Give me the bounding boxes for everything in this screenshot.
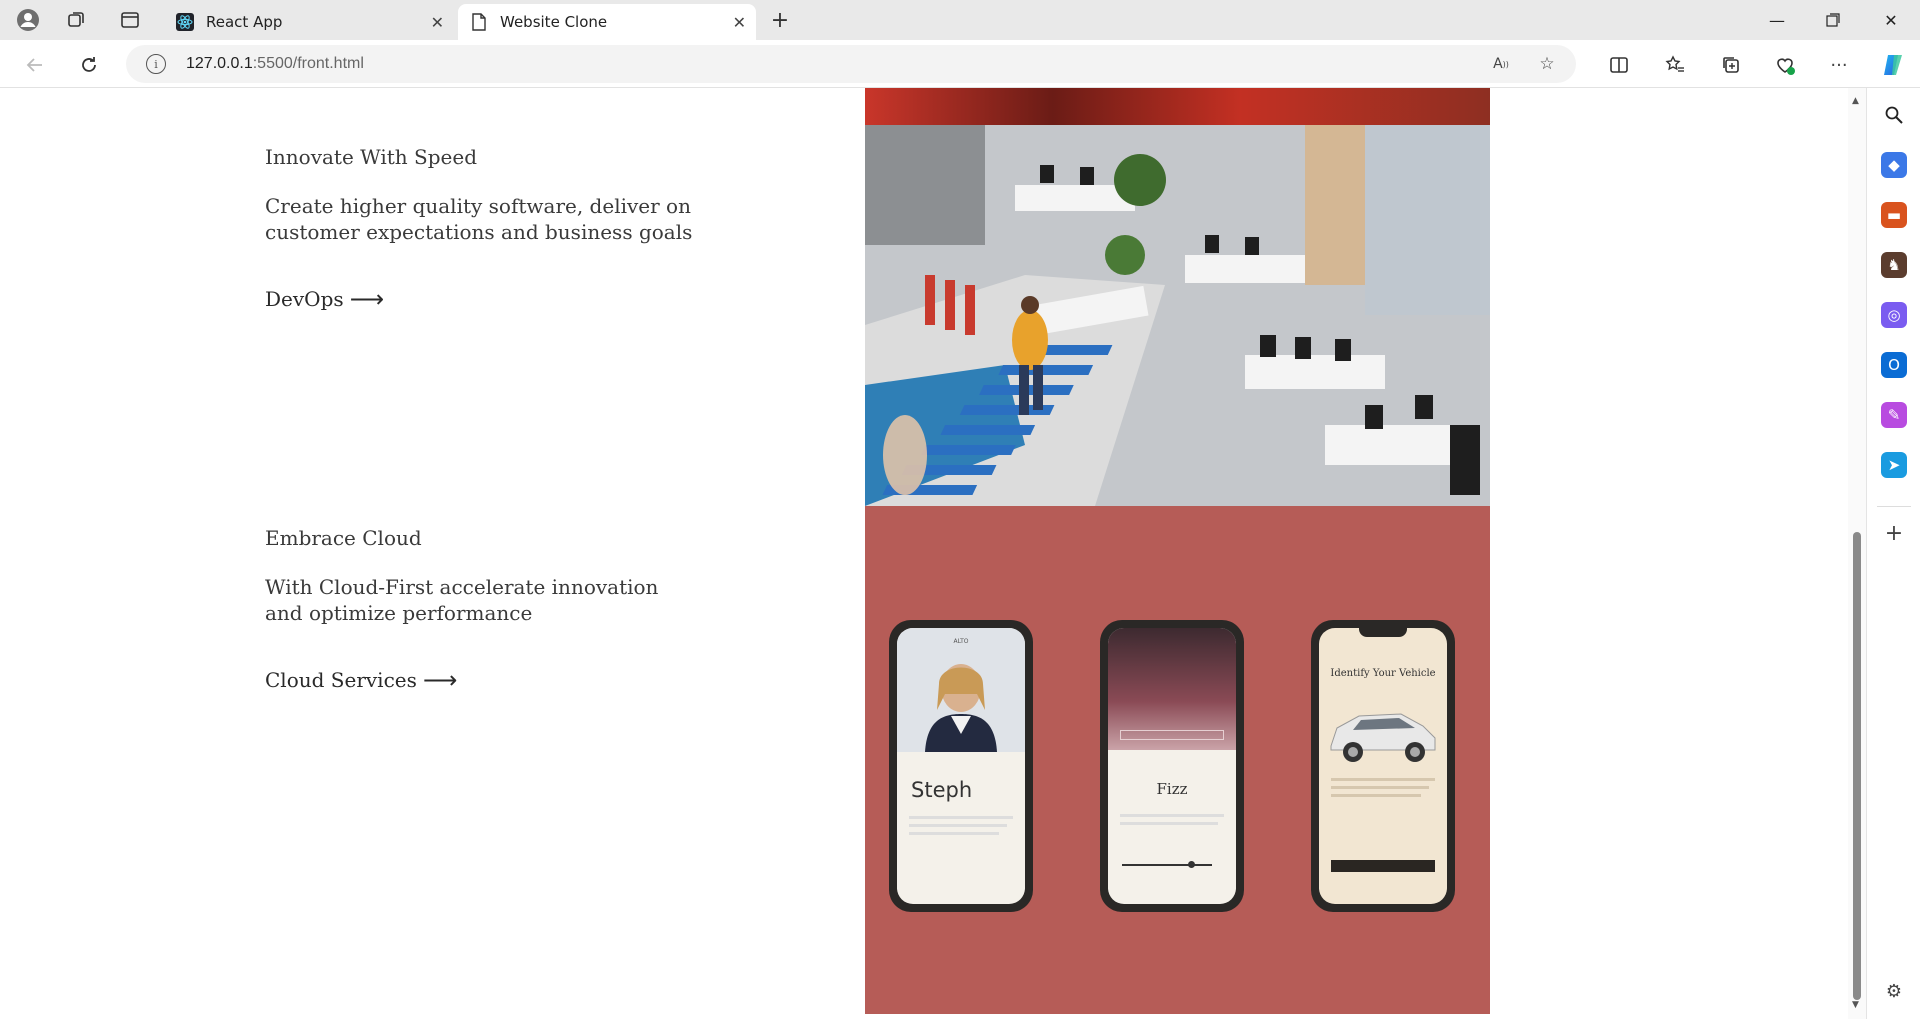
page-scrollbar[interactable]: ▲ ▼ <box>1848 88 1866 1019</box>
games-icon[interactable]: ♞ <box>1881 252 1907 278</box>
restore-button[interactable] <box>1818 6 1848 34</box>
address-bar[interactable]: i 127.0.0.1:5500/front.html A)) ☆ <box>126 45 1576 83</box>
tab-title: React App <box>206 13 283 31</box>
refresh-button[interactable] <box>74 50 104 80</box>
info-icon[interactable]: i <box>146 54 166 74</box>
copilot-icon[interactable] <box>1878 50 1908 80</box>
app-brand: ALTO <box>953 638 969 645</box>
phone-screen: Identify Your Vehicle <box>1319 628 1447 904</box>
read-aloud-icon[interactable]: A)) <box>1488 51 1514 77</box>
profile-icon[interactable] <box>14 6 42 34</box>
minimize-button[interactable]: — <box>1762 6 1792 34</box>
shopping-tag-icon[interactable]: ◆ <box>1881 152 1907 178</box>
add-sidebar-app-icon[interactable]: + <box>1881 520 1907 546</box>
link-label: Cloud Services <box>265 668 417 692</box>
edge-sidebar: ◆ ▬ ♞ ◎ O ✎ ➤ + ⚙ <box>1866 88 1920 1019</box>
scrollbar-thumb[interactable] <box>1853 532 1861 1000</box>
sidebar-settings-gear-icon[interactable]: ⚙ <box>1881 978 1907 1004</box>
close-window-button[interactable]: ✕ <box>1876 6 1906 34</box>
scroll-up-icon[interactable]: ▲ <box>1852 96 1859 106</box>
vertical-tabs-icon[interactable] <box>116 6 144 34</box>
arrow-right-icon: ⟶ <box>422 666 458 694</box>
url-text[interactable]: 127.0.0.1:5500/front.html <box>186 55 364 73</box>
phone-mockup-fizz: Fizz <box>1100 620 1244 912</box>
close-icon[interactable]: ✕ <box>431 13 444 32</box>
close-icon[interactable]: ✕ <box>733 13 746 32</box>
link-label: DevOps <box>265 287 344 311</box>
section-description: Create higher quality software, deliver … <box>265 194 693 244</box>
microsoft-365-icon[interactable]: ◎ <box>1881 302 1907 328</box>
collections-icon[interactable] <box>1716 50 1746 80</box>
people-photo-strip <box>865 88 1490 125</box>
tab-strip: React App ✕ Website Clone ✕ + — ✕ <box>0 0 1920 40</box>
section-heading: Innovate With Speed <box>265 145 478 169</box>
designer-icon[interactable]: ✎ <box>1881 402 1907 428</box>
back-button[interactable] <box>20 50 50 80</box>
address-toolbar: i 127.0.0.1:5500/front.html A)) ☆ ··· <box>0 40 1920 88</box>
outlook-icon[interactable]: O <box>1881 352 1907 378</box>
section-cloud: Embrace Cloud With Cloud-First accelerat… <box>265 526 695 694</box>
office-photo <box>865 125 1490 506</box>
workspaces-icon[interactable] <box>62 6 90 34</box>
react-logo-icon <box>176 13 194 31</box>
url-path: :5500/front.html <box>252 55 364 72</box>
favorite-star-icon[interactable]: ☆ <box>1534 51 1560 77</box>
phone-name: Fizz <box>1156 780 1188 798</box>
send-icon[interactable]: ➤ <box>1881 452 1907 478</box>
search-icon[interactable] <box>1881 102 1907 128</box>
page-icon <box>470 13 488 31</box>
more-options-icon[interactable]: ··· <box>1824 50 1854 80</box>
tools-icon[interactable]: ▬ <box>1881 202 1907 228</box>
phone-mockup-vehicle: Identify Your Vehicle <box>1311 620 1455 912</box>
favorites-icon[interactable] <box>1660 50 1690 80</box>
tab-website-clone[interactable]: Website Clone ✕ <box>458 4 756 40</box>
phone-screen: ALTO Steph <box>897 628 1025 904</box>
phone-screen: Fizz <box>1108 628 1236 904</box>
section-innovate: Innovate With Speed Create higher qualit… <box>265 145 695 313</box>
page-viewport: ALTO Steph Fizz Identify Your Vehicle In… <box>0 88 1848 1019</box>
sidebar-divider <box>1877 506 1911 507</box>
phone-name: Steph <box>911 778 973 802</box>
scroll-down-icon[interactable]: ▼ <box>1852 1000 1859 1010</box>
section-description: With Cloud-First accelerate innovation a… <box>265 575 659 625</box>
url-host: 127.0.0.1 <box>186 55 253 72</box>
arrow-right-icon: ⟶ <box>349 285 385 313</box>
tab-title: Website Clone <box>500 13 608 31</box>
cloud-services-link[interactable]: Cloud Services ⟶ <box>265 666 695 694</box>
devops-link[interactable]: DevOps ⟶ <box>265 285 695 313</box>
mobile-app-showcase: ALTO Steph Fizz Identify Your Vehicle <box>865 506 1490 1014</box>
browser-essentials-icon[interactable] <box>1770 50 1800 80</box>
phone-mockup-steph: ALTO Steph <box>889 620 1033 912</box>
section-heading: Embrace Cloud <box>265 526 422 550</box>
new-tab-button[interactable]: + <box>766 6 794 34</box>
phone-name: Identify Your Vehicle <box>1330 668 1436 679</box>
split-screen-icon[interactable] <box>1604 50 1634 80</box>
tab-react-app[interactable]: React App ✕ <box>164 4 454 40</box>
